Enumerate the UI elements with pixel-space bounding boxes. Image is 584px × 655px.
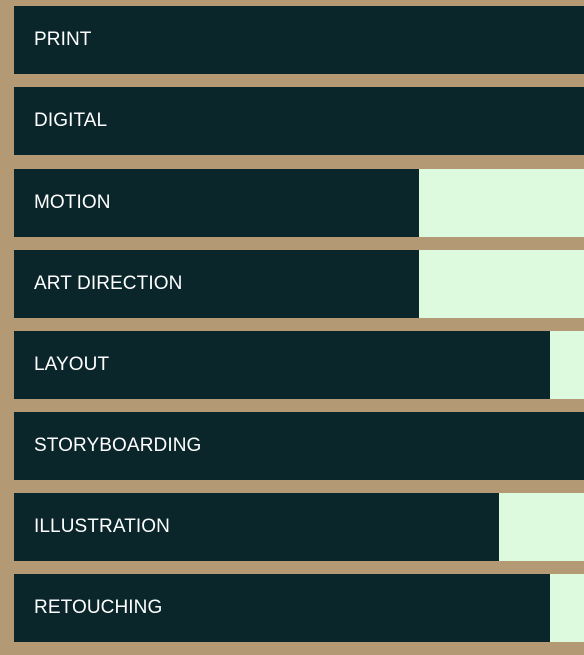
skill-label: STORYBOARDING (34, 435, 202, 456)
skill-bar-retouching: RETOUCHING (14, 574, 584, 642)
skill-label: DIGITAL (34, 110, 108, 131)
skill-bar-layout: LAYOUT (14, 331, 584, 399)
skill-bar-fill (14, 6, 584, 74)
skill-label: ILLUSTRATION (34, 516, 170, 537)
skill-bar-storyboarding: STORYBOARDING (14, 412, 584, 480)
skill-bar-illustration: ILLUSTRATION (14, 493, 584, 561)
skill-label: PRINT (34, 29, 92, 50)
skill-label: ART DIRECTION (34, 273, 183, 294)
skill-bar-art-direction: ART DIRECTION (14, 250, 584, 318)
skill-bar-digital: DIGITAL (14, 87, 584, 155)
skill-label: LAYOUT (34, 354, 110, 375)
skill-bar-motion: MOTION (14, 169, 584, 237)
skill-label: MOTION (34, 192, 111, 213)
skills-list: PRINT DIGITAL MOTION ART DIRECTION LAYOU… (14, 6, 584, 655)
skill-label: RETOUCHING (34, 597, 163, 618)
skill-bar-print: PRINT (14, 6, 584, 74)
